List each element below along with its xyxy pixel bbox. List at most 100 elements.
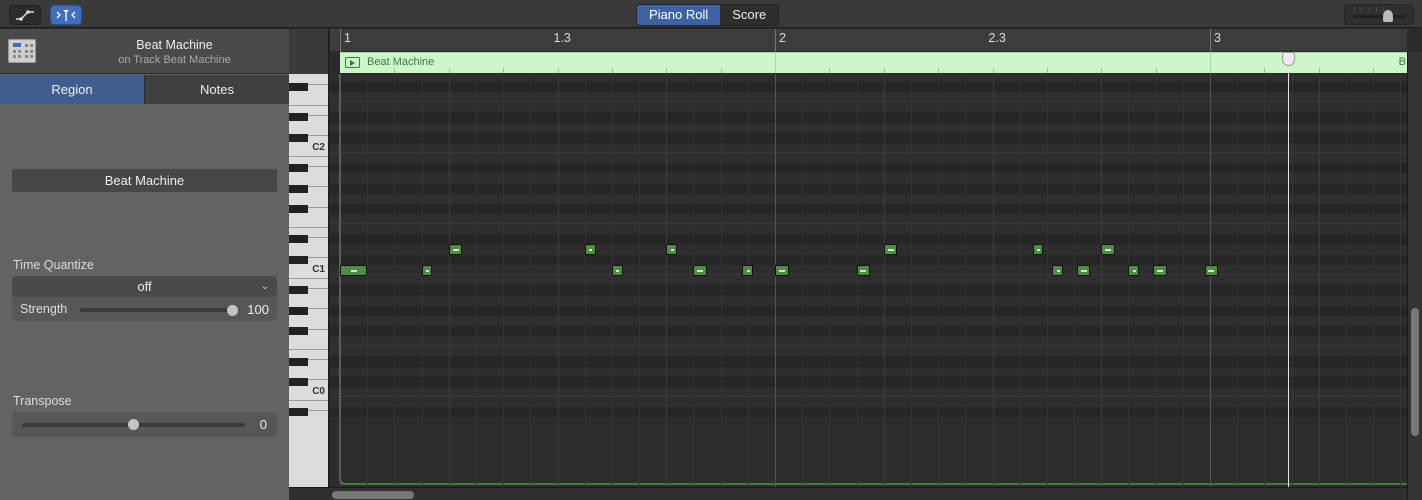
- black-key[interactable]: [289, 408, 308, 417]
- grid-line: [639, 74, 641, 487]
- ruler-label: 2.3: [988, 31, 1006, 45]
- horizontal-scrollbar[interactable]: [330, 487, 1407, 500]
- horizontal-zoom-slider[interactable]: |||||: [1344, 4, 1414, 25]
- midi-note[interactable]: [340, 264, 368, 276]
- black-key[interactable]: [289, 286, 308, 295]
- grid-line: [394, 74, 396, 487]
- tab-piano-roll[interactable]: Piano Roll: [637, 5, 721, 25]
- grid-line: [1318, 74, 1320, 487]
- note-grid[interactable]: [330, 74, 1407, 487]
- grid-line: [1345, 74, 1347, 487]
- octave-label: C2: [312, 141, 325, 153]
- grid-line: [421, 74, 423, 487]
- grid-line: [1074, 74, 1076, 487]
- region-tick: [1155, 68, 1157, 73]
- grid-line: [1155, 74, 1157, 487]
- black-key[interactable]: [289, 255, 308, 264]
- grid-line: [475, 74, 477, 487]
- midi-note[interactable]: [1052, 264, 1064, 276]
- tab-notes[interactable]: Notes: [144, 75, 289, 104]
- automation-button[interactable]: [9, 5, 41, 25]
- octave-label: C1: [312, 264, 325, 275]
- transpose-label: Transpose: [13, 394, 72, 408]
- keyboard-footer: [289, 487, 330, 500]
- region-tick: [775, 52, 776, 73]
- grid-line: [910, 74, 912, 487]
- grid-line: [1182, 74, 1184, 487]
- midi-note[interactable]: [856, 264, 871, 276]
- grid-line: [965, 74, 967, 487]
- black-key[interactable]: [289, 82, 308, 91]
- horizontal-scroll-thumb[interactable]: [332, 491, 414, 499]
- grid-line: [530, 74, 532, 487]
- grid-line: [611, 74, 613, 487]
- transpose-slider-thumb[interactable]: [128, 419, 139, 430]
- midi-note[interactable]: [448, 244, 463, 256]
- grid-line: [1019, 74, 1021, 487]
- midi-note[interactable]: [584, 244, 596, 256]
- midi-note[interactable]: [1033, 244, 1044, 256]
- black-key[interactable]: [289, 204, 308, 213]
- midi-note[interactable]: [883, 244, 898, 256]
- ruler-label: 1: [344, 31, 351, 45]
- midi-note[interactable]: [666, 244, 678, 256]
- strength-slider-thumb[interactable]: [227, 305, 238, 316]
- black-key[interactable]: [289, 133, 308, 142]
- midi-note[interactable]: [1128, 264, 1140, 276]
- transpose-value: 0: [259, 417, 267, 432]
- midi-note[interactable]: [611, 264, 623, 276]
- midi-note[interactable]: [693, 264, 708, 276]
- region-name-field[interactable]: Beat Machine: [12, 169, 277, 192]
- time-quantize-select[interactable]: off ⌄: [12, 276, 277, 297]
- region-inspector: Beat Machine on Track Beat Machine Regio…: [0, 29, 289, 500]
- midi-note[interactable]: [742, 264, 754, 276]
- region-tick: [1264, 68, 1266, 73]
- track-header: Beat Machine on Track Beat Machine: [0, 29, 289, 74]
- black-key[interactable]: [289, 164, 308, 173]
- black-key[interactable]: [289, 306, 308, 315]
- midi-note[interactable]: [421, 264, 433, 276]
- midi-note[interactable]: [1101, 244, 1115, 256]
- grid-line: [747, 74, 749, 487]
- midi-note[interactable]: [1152, 264, 1167, 276]
- editor-toolbar: Piano Roll Score |||||: [0, 0, 1422, 28]
- bar-ruler[interactable]: 1 1.3 2 2.3 3: [330, 29, 1407, 52]
- track-title: Beat Machine: [136, 38, 213, 52]
- grid-line: [1101, 74, 1103, 487]
- black-key[interactable]: [289, 184, 308, 193]
- drum-machine-icon: [8, 39, 36, 63]
- vertical-scrollbar[interactable]: [1407, 52, 1422, 500]
- ruler-tick: [775, 29, 776, 52]
- piano-roll-editor: Piano Roll Score ||||| Beat Machine on T…: [0, 0, 1422, 500]
- grid-line: [883, 74, 885, 487]
- zoom-thumb[interactable]: [1383, 10, 1393, 22]
- grid-line: [367, 74, 369, 487]
- black-key[interactable]: [289, 327, 308, 336]
- octave-label: C0: [312, 386, 325, 398]
- grid-line: [1237, 74, 1239, 487]
- black-key[interactable]: [289, 357, 308, 366]
- black-key[interactable]: [289, 113, 308, 122]
- grid-line: [666, 74, 668, 487]
- catch-playhead-button[interactable]: [50, 5, 82, 25]
- black-key[interactable]: [289, 235, 308, 244]
- region-header[interactable]: Beat Machine B: [340, 52, 1407, 73]
- time-quantize-value: off: [137, 279, 152, 294]
- tab-score[interactable]: Score: [720, 5, 779, 25]
- midi-note[interactable]: [775, 264, 789, 276]
- region-tick: [992, 68, 994, 73]
- black-key[interactable]: [289, 377, 308, 386]
- zoom-track: [1353, 15, 1406, 18]
- grid-line: [856, 74, 858, 487]
- tab-region[interactable]: Region: [0, 75, 144, 104]
- track-subtitle: on Track Beat Machine: [118, 54, 231, 66]
- piano-keyboard[interactable]: C2 C1 C0: [289, 74, 329, 487]
- strength-value: 100: [247, 302, 269, 317]
- midi-note[interactable]: [1204, 264, 1219, 276]
- region-tick: [611, 68, 613, 73]
- view-selector: Piano Roll Score: [636, 4, 780, 26]
- vertical-scroll-thumb[interactable]: [1411, 308, 1419, 436]
- midi-note[interactable]: [1076, 264, 1091, 276]
- region-tick: [938, 68, 940, 73]
- strength-slider[interactable]: [80, 308, 236, 312]
